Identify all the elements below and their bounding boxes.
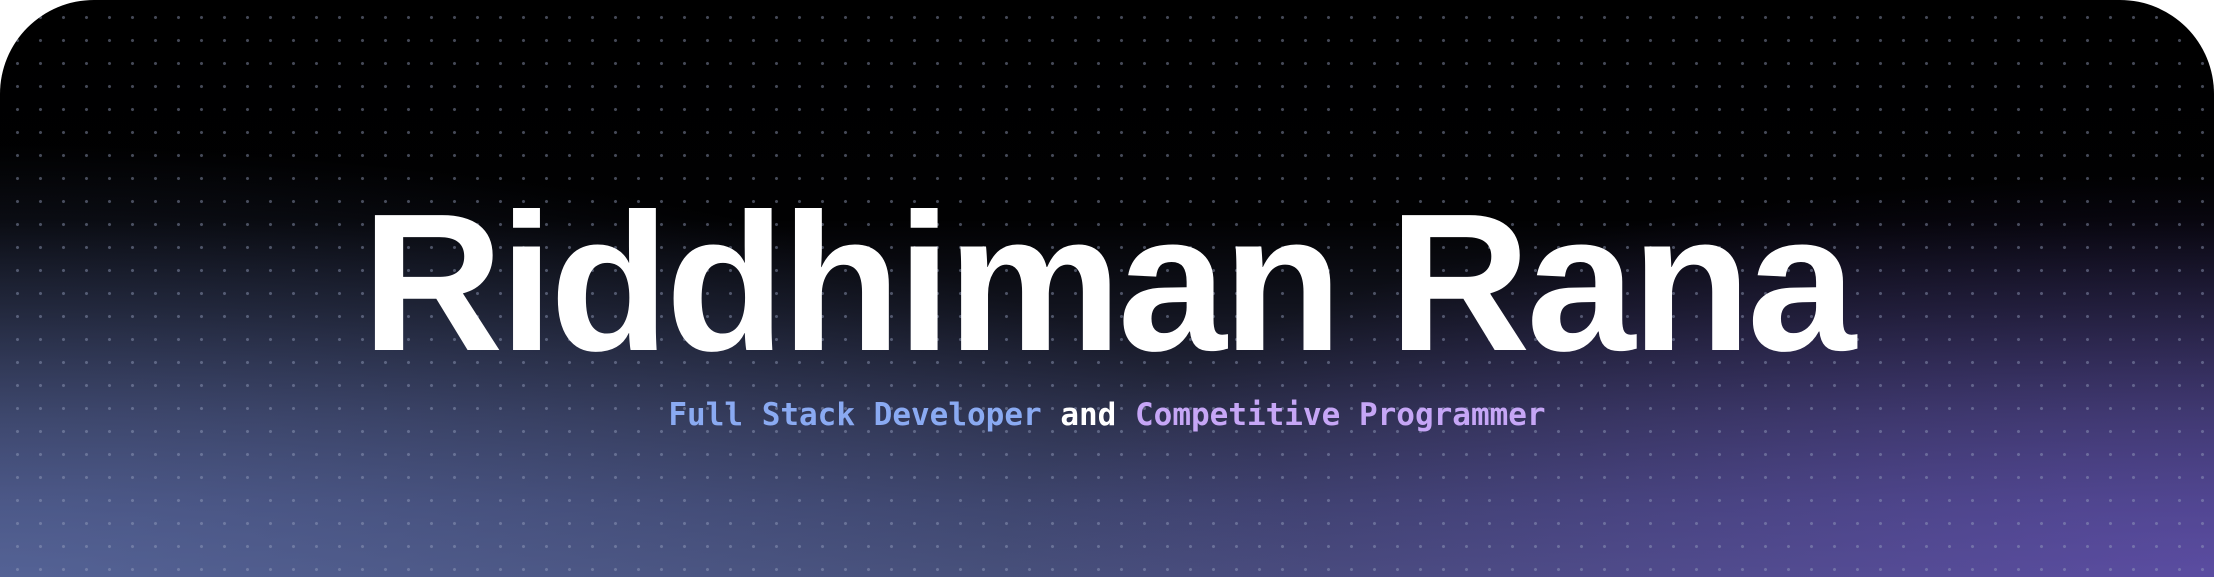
hero-banner: Riddhiman Rana Full Stack Developer and … — [0, 0, 2214, 577]
tagline-role-competitive: Competitive Programmer — [1135, 397, 1546, 433]
hero-tagline: Full Stack Developer and Competitive Pro… — [0, 400, 2214, 431]
hero-name: Riddhiman Rana — [361, 173, 1856, 392]
tagline-connector: and — [1060, 397, 1117, 433]
tagline-role-full-stack: Full Stack Developer — [668, 397, 1042, 433]
